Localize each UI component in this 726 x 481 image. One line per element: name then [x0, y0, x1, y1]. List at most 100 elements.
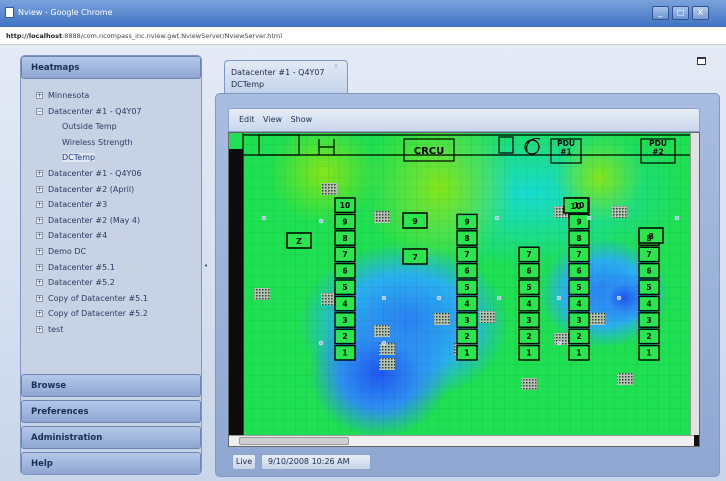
administration-header[interactable]: Administration [21, 426, 201, 449]
floor-vent-tile [374, 211, 390, 223]
rack-number: 7 [464, 250, 469, 259]
sensor-dot [674, 215, 680, 221]
expand-icon[interactable]: + [36, 232, 43, 240]
rack-number: 1 [526, 349, 531, 358]
rack-number: 8 [648, 232, 654, 241]
tree-item-label: Copy of Datacenter #5.1 [48, 293, 148, 303]
heatmap-floorplan[interactable]: 10 9 8 7 6 5 4 3 2 1 9 8 7 6 5 4 3 2 1 7 6 5 4 3 2 1 10 9 8 7 6 5 4 3 2 1 8 7… [229, 133, 700, 435]
tree-item[interactable]: − Datacenter #1 - Q4Y07 [21, 104, 201, 120]
rack-number: 6 [576, 267, 581, 276]
tree-item[interactable]: + Demo DC [21, 244, 201, 260]
menu-show[interactable]: Show [291, 115, 313, 124]
rack-number: 6 [526, 267, 531, 276]
address-bar[interactable]: http://localhost:8888/com.ncompass_inc.n… [0, 27, 726, 45]
expand-icon[interactable]: + [36, 216, 43, 224]
sensor-dot [318, 340, 324, 346]
tree-item[interactable]: + Datacenter #5.1 [21, 260, 201, 276]
heatmap-canvas[interactable]: 10 9 8 7 6 5 4 3 2 1 9 8 7 6 5 4 3 2 1 7 6 5 4 3 2 1 10 9 8 7 6 5 4 3 2 1 8 7… [228, 132, 700, 447]
rack-number: 4 [576, 299, 581, 308]
rack-number: 9 [342, 217, 347, 226]
floor-vent-tile [254, 288, 270, 300]
expand-icon[interactable]: + [36, 201, 43, 209]
browse-header[interactable]: Browse [21, 374, 201, 397]
pdu2-label: #2 [652, 148, 664, 157]
sensor-dot [556, 340, 562, 346]
tree-item[interactable]: Outside Temp [21, 119, 201, 135]
rack-number: 6 [646, 267, 651, 276]
minimize-icon[interactable]: _ [652, 6, 669, 20]
expand-icon[interactable]: + [36, 92, 43, 99]
rack-number: 1 [342, 349, 347, 358]
rack-number: 9 [412, 217, 418, 226]
address-path: :8888/com.ncompass_inc.nview.gwt.NviewSe… [62, 32, 283, 40]
page-icon [5, 7, 14, 18]
tree-item-label: Datacenter #5.2 [48, 278, 115, 288]
rack-number: 2 [526, 332, 531, 341]
expand-icon[interactable]: + [36, 247, 43, 255]
sensor-dot [556, 295, 562, 301]
tree-item-label: Datacenter #2 (May 4) [48, 215, 141, 225]
tree-item[interactable]: Wireless Strength [21, 135, 201, 151]
map-horizontal-scrollbar[interactable] [229, 435, 694, 446]
sensor-dot [381, 295, 387, 301]
close-icon[interactable]: X [692, 6, 709, 20]
tree-item-label: Datacenter #1 - Q4Y07 [48, 106, 142, 116]
tree-item[interactable]: DCTemp [21, 150, 201, 166]
collapse-icon[interactable]: − [36, 107, 43, 115]
sensor-dot [381, 340, 387, 346]
map-hscroll-thumb[interactable] [239, 437, 349, 445]
expand-icon[interactable]: + [36, 185, 43, 193]
tree-item[interactable]: + Minnesota [21, 88, 201, 104]
rack-number: 8 [342, 234, 347, 243]
splitter-icon[interactable]: ◂ [204, 262, 210, 272]
expand-icon[interactable]: + [36, 279, 43, 287]
rack-number: 5 [526, 283, 531, 292]
expand-icon[interactable]: + [36, 325, 43, 333]
rack-number: 4 [646, 299, 651, 308]
sensor-dot [496, 295, 502, 301]
floor-vent-tile [521, 378, 537, 390]
tab-title-line2: DCTemp [231, 80, 265, 89]
rack-number: 1 [576, 349, 581, 358]
tab-title-line1: Datacenter #1 - Q4Y07 [231, 68, 325, 77]
expand-icon[interactable]: + [36, 263, 43, 271]
expand-icon[interactable]: + [36, 310, 43, 318]
tree-item[interactable]: + test [21, 322, 201, 338]
tab-close-icon[interactable]: × [333, 63, 340, 70]
sensor-dot [494, 215, 500, 221]
rack-number: 9 [464, 217, 469, 226]
rack-number: 7 [526, 250, 531, 259]
tree-item[interactable]: + Datacenter #2 (May 4) [21, 213, 201, 229]
rack-number: 8 [464, 234, 469, 243]
maximize-panel-icon[interactable] [697, 57, 706, 65]
map-vertical-scrollbar[interactable] [690, 133, 699, 435]
tab-dctemp[interactable]: Datacenter #1 - Q4Y07 DCTemp × [224, 60, 348, 93]
heatmaps-header[interactable]: Heatmaps [21, 56, 201, 79]
restore-icon[interactable]: □ [672, 6, 689, 20]
tree-item[interactable]: + Datacenter #2 (April) [21, 182, 201, 198]
tree-item[interactable]: + Copy of Datacenter #5.1 [21, 291, 201, 307]
sensor-dot [616, 295, 622, 301]
tree-item-label: Outside Temp [62, 122, 117, 132]
expand-icon[interactable]: + [36, 169, 43, 177]
floor-vent-tile [554, 333, 570, 345]
help-header[interactable]: Help [21, 452, 201, 474]
expand-icon[interactable]: + [36, 294, 43, 302]
menu-edit[interactable]: Edit [239, 115, 255, 124]
tree-item[interactable]: + Datacenter #5.2 [21, 275, 201, 291]
tree-item[interactable]: + Datacenter #4 [21, 228, 201, 244]
tree-item[interactable]: + Datacenter #1 - Q4Y06 [21, 166, 201, 182]
tree-item-label: Minnesota [48, 91, 90, 100]
live-button[interactable]: Live [232, 454, 256, 470]
preferences-header[interactable]: Preferences [21, 400, 201, 423]
floor-vent-tile [379, 358, 395, 370]
rack-number: 4 [464, 299, 469, 308]
window-titlebar: Nview - Google Chrome _ □ X [0, 0, 726, 27]
rack-number: 6 [342, 267, 347, 276]
tree-item[interactable]: + Copy of Datacenter #5.2 [21, 306, 201, 322]
tree-item[interactable]: + Datacenter #3 [21, 197, 201, 213]
tree-item-label: Datacenter #3 [48, 200, 108, 210]
menu-view[interactable]: View [263, 115, 282, 124]
timestamp-button[interactable]: 9/10/2008 10:26 AM [261, 454, 371, 470]
tree-item-label: DCTemp [62, 153, 96, 163]
